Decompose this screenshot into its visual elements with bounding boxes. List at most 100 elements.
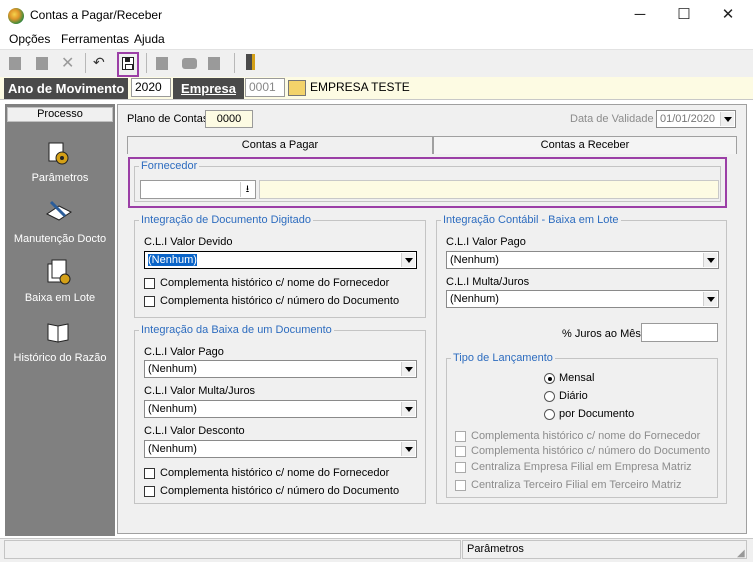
baixa-pago-value: (Nenhum) <box>148 363 197 375</box>
sidebar-item-historico[interactable]: Histórico do Razão <box>5 352 115 364</box>
validade-value: 01/01/2020 <box>660 113 716 125</box>
new-doc-icon[interactable] <box>9 57 21 70</box>
close-button[interactable]: ✕ <box>711 4 745 26</box>
lanc-chk-numero-documento-label: Complementa histórico c/ número do Docum… <box>471 445 711 457</box>
empresa-name: EMPRESA TESTE <box>310 80 410 94</box>
plano-label: Plano de Contas <box>127 113 209 125</box>
baixa-multa-label: C.L.I Valor Multa/Juros <box>144 385 256 397</box>
baixa-chk-numero-documento-label: Complementa histórico c/ número do Docum… <box>160 485 400 497</box>
lote-pago-select[interactable]: (Nenhum) <box>446 251 719 269</box>
baixa-lote-icon[interactable] <box>45 258 73 285</box>
maximize-button[interactable]: ☐ <box>667 4 701 26</box>
menu-ajuda[interactable]: Ajuda <box>134 32 165 46</box>
doc-chk-numero-documento[interactable] <box>144 296 155 307</box>
folder-open-icon[interactable] <box>288 80 306 96</box>
radio-diario-label: Diário <box>559 390 588 402</box>
menu-opcoes[interactable]: Opções <box>9 32 50 46</box>
integ-doc-title: Integração de Documento Digitado <box>139 214 313 226</box>
parametros-icon[interactable] <box>45 140 73 166</box>
print-icon[interactable] <box>182 58 197 69</box>
integ-lote-title: Integração Contábil - Baixa em Lote <box>441 214 621 226</box>
validade-label: Data de Validade <box>570 113 654 125</box>
chevron-down-icon <box>703 292 717 306</box>
empresa-label: Empresa <box>173 78 244 99</box>
tab-contas-receber[interactable]: Contas a Receber <box>433 136 737 154</box>
ano-label: Ano de Movimento <box>4 78 128 99</box>
doc-chk-nome-fornecedor[interactable] <box>144 278 155 289</box>
app-icon <box>8 8 24 24</box>
lanc-chk-nome-fornecedor[interactable] <box>455 431 466 442</box>
status-panel-right: Parâmetros <box>462 540 747 559</box>
doc-icon[interactable] <box>156 57 168 70</box>
sidebar-header: Processo <box>7 107 113 122</box>
lanc-chk-centraliza-terceiro[interactable] <box>455 480 466 491</box>
report-icon[interactable] <box>208 57 220 70</box>
window-title: Contas a Pagar/Receber <box>30 8 163 22</box>
delete-icon[interactable]: ✕ <box>61 53 74 73</box>
status-panel-left <box>4 540 461 559</box>
baixa-chk-numero-documento[interactable] <box>144 486 155 497</box>
exit-door-icon[interactable] <box>246 54 255 70</box>
fornecedor-name-field[interactable] <box>259 180 719 199</box>
edit-doc-icon[interactable] <box>36 57 48 70</box>
tipo-lanc-title: Tipo de Lançamento <box>451 352 555 364</box>
baixa-desconto-label: C.L.I Valor Desconto <box>144 425 245 437</box>
baixa-multa-select[interactable]: (Nenhum) <box>144 400 417 418</box>
fornecedor-title: Fornecedor <box>139 160 200 172</box>
baixa-multa-value: (Nenhum) <box>148 403 197 415</box>
menu-ferramentas[interactable]: Ferramentas <box>61 32 129 46</box>
lanc-chk-centraliza-empresa[interactable] <box>455 462 466 473</box>
radio-mensal-label: Mensal <box>559 372 595 384</box>
historico-icon[interactable] <box>45 320 73 346</box>
status-text: Parâmetros <box>467 543 524 555</box>
toolbar-separator <box>234 53 235 73</box>
empresa-code-field[interactable]: 0001 <box>245 78 285 97</box>
lote-multa-label: C.L.I Multa/Juros <box>446 276 530 288</box>
undo-icon[interactable]: ↶ <box>93 54 105 71</box>
radio-mensal[interactable] <box>544 373 555 384</box>
radio-por-documento[interactable] <box>544 409 555 420</box>
tab-contas-pagar[interactable]: Contas a Pagar <box>127 136 433 154</box>
sidebar-item-baixa-lote[interactable]: Baixa em Lote <box>5 292 115 304</box>
fornecedor-code-field[interactable]: ⭳ <box>140 180 256 199</box>
baixa-pago-select[interactable]: (Nenhum) <box>144 360 417 378</box>
baixa-desconto-value: (Nenhum) <box>148 443 197 455</box>
radio-por-documento-label: por Documento <box>559 408 635 420</box>
lanc-chk-nome-fornecedor-label: Complementa histórico c/ nome do Fornece… <box>471 430 701 442</box>
ano-field[interactable]: 2020 <box>131 78 171 97</box>
baixa-desconto-select[interactable]: (Nenhum) <box>144 440 417 458</box>
validade-field[interactable]: 01/01/2020 <box>656 110 736 128</box>
baixa-chk-nome-fornecedor-label: Complementa histórico c/ nome do Fornece… <box>160 467 390 479</box>
baixa-pago-label: C.L.I Valor Pago <box>144 346 224 358</box>
sidebar-item-parametros[interactable]: Parâmetros <box>5 172 115 184</box>
lanc-chk-centraliza-empresa-label: Centraliza Empresa Filial em Empresa Mat… <box>471 461 692 473</box>
lookup-arrow-icon[interactable]: ⭳ <box>240 182 254 197</box>
doc-chk-numero-documento-label: Complementa histórico c/ número do Docum… <box>160 295 400 307</box>
lanc-chk-numero-documento[interactable] <box>455 446 466 457</box>
chevron-down-icon <box>401 402 415 416</box>
chevron-down-icon <box>703 253 717 267</box>
lote-pago-label: C.L.I Valor Pago <box>446 236 526 248</box>
resize-grip-icon[interactable]: ◢ <box>737 548 745 559</box>
save-icon[interactable] <box>122 57 134 70</box>
lote-multa-value: (Nenhum) <box>450 293 499 305</box>
radio-diario[interactable] <box>544 391 555 402</box>
juros-field[interactable] <box>641 323 718 342</box>
chevron-down-icon <box>401 442 415 456</box>
cli-valor-devido-label: C.L.I Valor Devido <box>144 236 233 248</box>
doc-chk-nome-fornecedor-label: Complementa histórico c/ nome do Fornece… <box>160 277 390 289</box>
cli-valor-devido-value: (Nenhum) <box>148 254 197 266</box>
toolbar-separator <box>85 53 86 73</box>
chevron-down-icon <box>720 112 734 126</box>
lote-multa-select[interactable]: (Nenhum) <box>446 290 719 308</box>
plano-field[interactable]: 0000 <box>205 110 253 128</box>
juros-label: % Juros ao Mês <box>562 328 641 340</box>
chevron-down-icon <box>401 362 415 376</box>
integ-baixa-title: Integração da Baixa de um Documento <box>139 324 334 336</box>
manutencao-icon[interactable] <box>45 198 73 224</box>
chevron-down-icon <box>401 253 415 267</box>
cli-valor-devido-select[interactable]: (Nenhum) <box>144 251 417 269</box>
baixa-chk-nome-fornecedor[interactable] <box>144 468 155 479</box>
sidebar-item-manutencao[interactable]: Manutenção Docto <box>5 233 115 245</box>
minimize-button[interactable]: ─ <box>623 4 657 26</box>
